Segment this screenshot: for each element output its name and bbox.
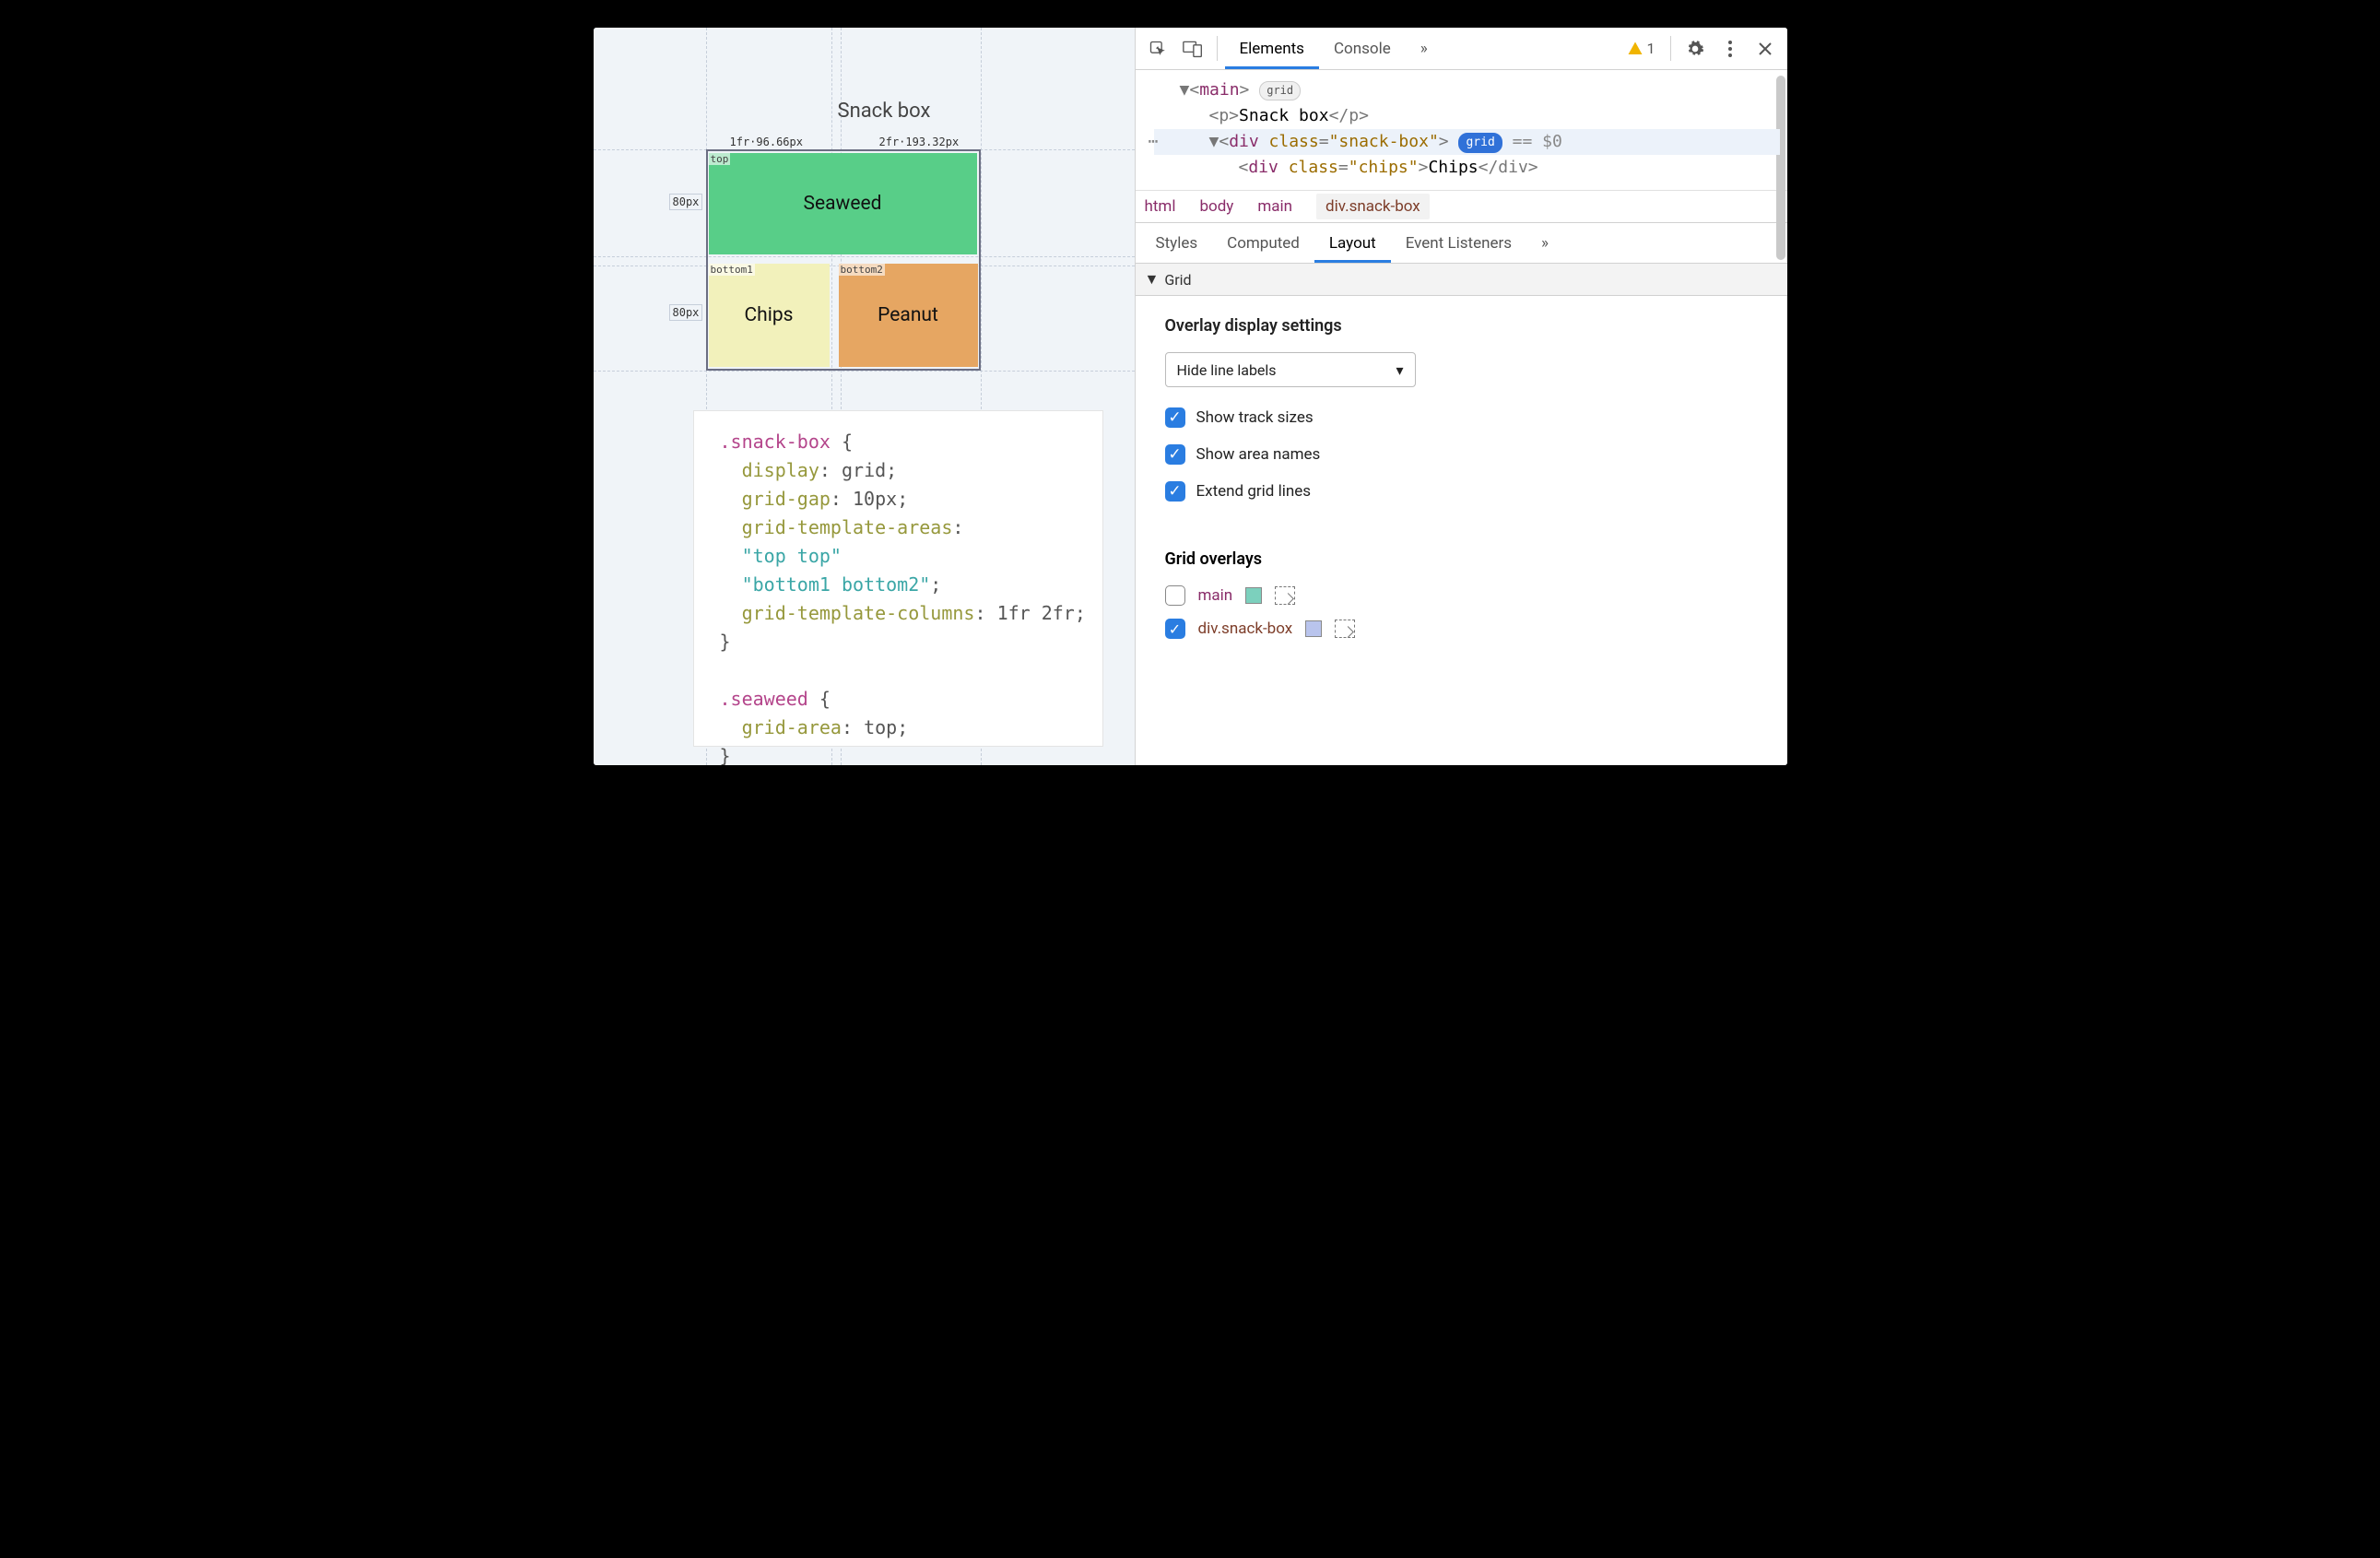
inspect-icon[interactable]: [1141, 32, 1174, 65]
crumb-body[interactable]: body: [1199, 197, 1233, 216]
tab-console[interactable]: Console: [1319, 28, 1406, 69]
color-swatch[interactable]: [1305, 620, 1322, 637]
dom-tree[interactable]: ▼<main> grid <p>Snack box</p> ⋯▼<div cla…: [1136, 70, 1787, 190]
disclosure-triangle-icon: ▼: [1145, 270, 1160, 289]
overlay-row-snackbox[interactable]: ✓ div.snack-box: [1165, 619, 1758, 639]
color-swatch[interactable]: [1245, 587, 1262, 604]
checkbox-icon: ✓: [1165, 407, 1185, 428]
check-track-sizes[interactable]: ✓ Show track sizes: [1165, 407, 1758, 428]
area-label-bottom1: bottom1: [709, 264, 755, 276]
highlight-icon[interactable]: [1335, 620, 1355, 638]
subtab-more[interactable]: »: [1526, 223, 1563, 263]
page-preview: Snack box 1fr·96.66px 2fr·193.32px 80px …: [594, 28, 1136, 765]
grid-area-top: top Seaweed: [709, 153, 977, 254]
highlight-icon[interactable]: [1275, 586, 1295, 605]
line-labels-select[interactable]: Hide line labels ▾: [1165, 352, 1416, 387]
subtab-computed[interactable]: Computed: [1212, 223, 1314, 263]
grid-overlays-title: Grid overlays: [1165, 549, 1758, 569]
subtab-events[interactable]: Event Listeners: [1391, 223, 1526, 263]
breadcrumb: html body main div.snack-box: [1136, 190, 1787, 223]
subtab-layout[interactable]: Layout: [1314, 223, 1391, 263]
warnings-badge[interactable]: 1: [1620, 40, 1663, 57]
styles-subtabs: Styles Computed Layout Event Listeners »: [1136, 223, 1787, 264]
check-extend-lines[interactable]: ✓ Extend grid lines: [1165, 481, 1758, 502]
area-label-top: top: [709, 153, 731, 165]
devtools-toolbar: Elements Console » 1: [1136, 28, 1787, 70]
checkbox-icon[interactable]: [1165, 585, 1185, 606]
overlay-row-main[interactable]: main: [1165, 585, 1758, 606]
device-toggle-icon[interactable]: [1176, 32, 1209, 65]
row-label-1: 80px: [669, 194, 703, 210]
settings-icon[interactable]: [1679, 32, 1712, 65]
css-source: .snack-box { display: grid; grid-gap: 10…: [693, 410, 1103, 747]
overlay-settings-title: Overlay display settings: [1165, 316, 1758, 336]
tab-elements[interactable]: Elements: [1225, 28, 1319, 69]
devtools-panel: Elements Console » 1 ▼<main> grid <: [1136, 28, 1787, 765]
crumb-html[interactable]: html: [1145, 197, 1176, 216]
selected-dom-node[interactable]: ⋯▼<div class="snack-box"> grid == $0: [1154, 129, 1780, 155]
grid-section-header[interactable]: ▼ Grid: [1136, 264, 1787, 296]
kebab-icon[interactable]: [1714, 32, 1747, 65]
check-area-names[interactable]: ✓ Show area names: [1165, 444, 1758, 465]
chevron-down-icon: ▾: [1396, 361, 1403, 379]
row-label-2: 80px: [669, 304, 703, 321]
crumb-snackbox[interactable]: div.snack-box: [1316, 194, 1430, 219]
close-icon[interactable]: [1749, 32, 1782, 65]
area-label-bottom2: bottom2: [839, 264, 885, 276]
checkbox-icon[interactable]: ✓: [1165, 619, 1185, 639]
col-label-1: 1fr·96.66px: [730, 136, 803, 148]
grid-area-bottom1: bottom1 Chips: [709, 264, 830, 367]
checkbox-icon: ✓: [1165, 481, 1185, 502]
crumb-main[interactable]: main: [1257, 197, 1292, 216]
checkbox-icon: ✓: [1165, 444, 1185, 465]
tab-more[interactable]: »: [1406, 28, 1443, 69]
subtab-styles[interactable]: Styles: [1141, 223, 1213, 263]
page-title: Snack box: [838, 100, 931, 123]
grid-area-bottom2: bottom2 Peanut: [839, 264, 978, 367]
col-label-2: 2fr·193.32px: [879, 136, 960, 148]
